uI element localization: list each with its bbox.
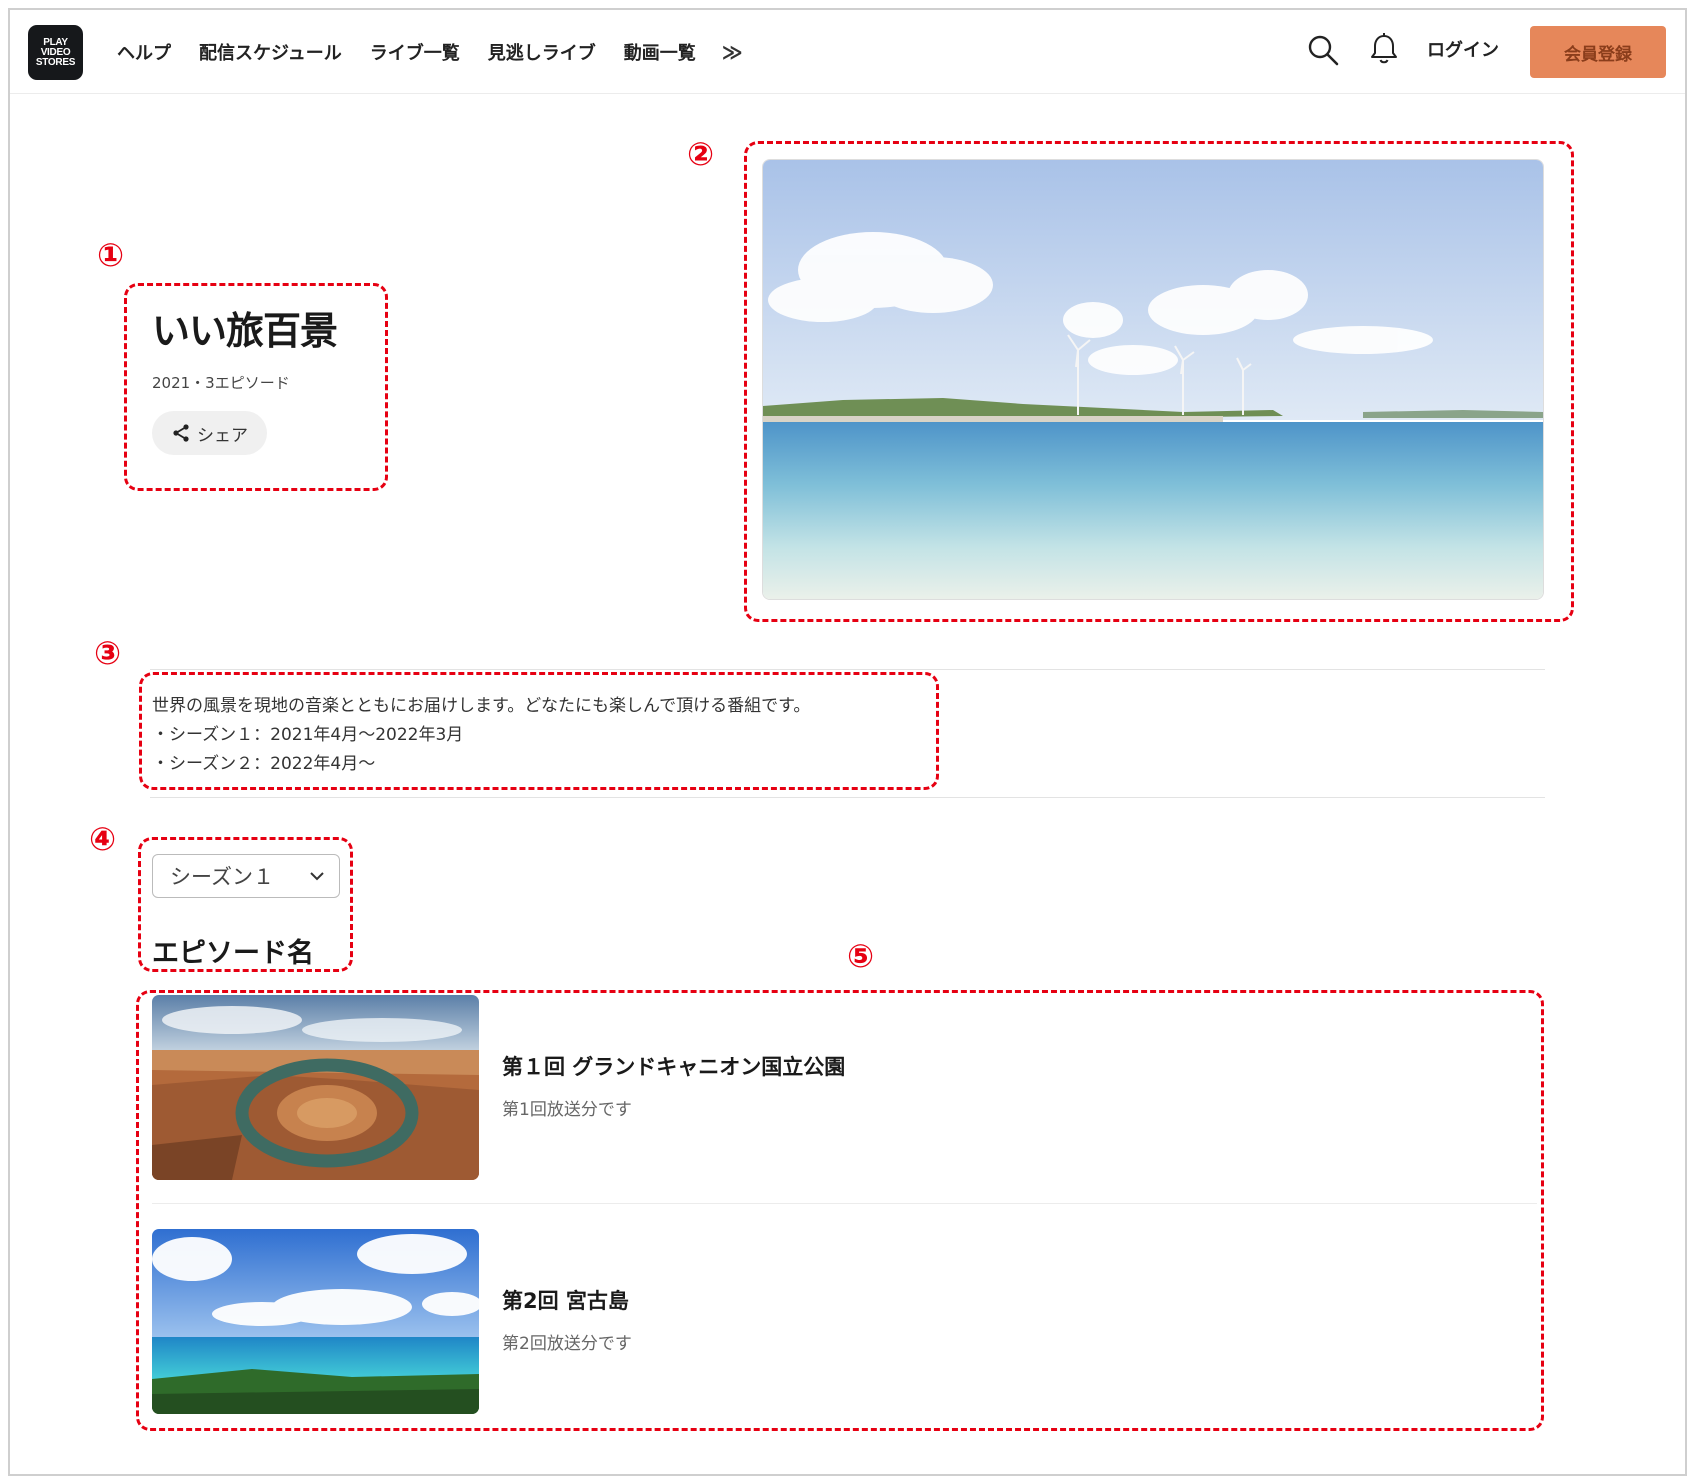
search-icon[interactable] — [1306, 33, 1340, 67]
program-title: いい旅百景 — [152, 309, 338, 353]
share-button[interactable]: シェア — [152, 411, 267, 455]
bell-icon[interactable] — [1368, 32, 1400, 66]
nav-more-icon[interactable]: ≫ — [722, 40, 743, 64]
episode-item[interactable]: 第１回 グランドキャニオン国立公園 第1回放送分です — [152, 995, 1542, 1180]
episode-item[interactable]: 第2回 宮古島 第2回放送分です — [152, 1229, 1542, 1414]
divider-top — [150, 669, 1545, 670]
description-line: 世界の風景を現地の音楽とともにお届けします。どなたにも楽しんで頂ける番組です。 — [152, 696, 811, 716]
episode-subtitle: 第1回放送分です — [502, 1100, 632, 1120]
episode-thumbnail[interactable] — [152, 1229, 479, 1414]
episode-title[interactable]: 第2回 宮古島 — [502, 1285, 629, 1315]
episode-thumbnail[interactable] — [152, 995, 479, 1180]
description-line: ・シーズン２：2022年4月〜 — [152, 754, 376, 774]
annotation-marker-2: ② — [687, 135, 715, 173]
nav-missed-live[interactable]: 見逃しライブ — [488, 39, 596, 65]
login-link[interactable]: ログイン — [1427, 36, 1499, 62]
main-nav: ヘルプ 配信スケジュール ライブ一覧 見逃しライブ 動画一覧 ≫ — [117, 10, 743, 94]
annotation-marker-4: ④ — [89, 820, 117, 858]
header: PLAY VIDEO STORES ヘルプ 配信スケジュール ライブ一覧 見逃し… — [10, 10, 1685, 94]
episode-separator — [152, 1203, 1537, 1204]
chevron-down-icon — [310, 872, 324, 881]
season-select-value: シーズン１ — [170, 865, 274, 889]
program-description: 世界の風景を現地の音楽とともにお届けします。どなたにも楽しんで頂ける番組です。 … — [152, 692, 810, 779]
annotation-marker-5: ⑤ — [847, 937, 875, 975]
season-select[interactable]: シーズン１ — [152, 854, 340, 898]
logo-line-3: STORES — [35, 57, 76, 68]
episodes-heading: エピソード名 — [152, 938, 314, 969]
nav-video-list[interactable]: 動画一覧 — [624, 39, 696, 65]
annotation-marker-1: ① — [97, 236, 125, 274]
episode-title[interactable]: 第１回 グランドキャニオン国立公園 — [502, 1051, 845, 1081]
nav-live-list[interactable]: ライブ一覧 — [370, 39, 460, 65]
episode-subtitle: 第2回放送分です — [502, 1334, 632, 1354]
nav-help[interactable]: ヘルプ — [117, 39, 171, 65]
share-label: シェア — [197, 425, 248, 446]
annotation-marker-3: ③ — [94, 634, 122, 672]
site-logo[interactable]: PLAY VIDEO STORES — [28, 25, 83, 80]
signup-button[interactable]: 会員登録 — [1530, 26, 1666, 78]
description-line: ・シーズン１：2021年4月〜2022年3月 — [152, 725, 464, 745]
divider-bottom — [150, 797, 1545, 798]
program-meta: 2021・3エピソード — [152, 374, 290, 392]
program-hero-image — [762, 159, 1544, 600]
share-icon — [173, 424, 189, 442]
nav-schedule[interactable]: 配信スケジュール — [199, 39, 342, 65]
